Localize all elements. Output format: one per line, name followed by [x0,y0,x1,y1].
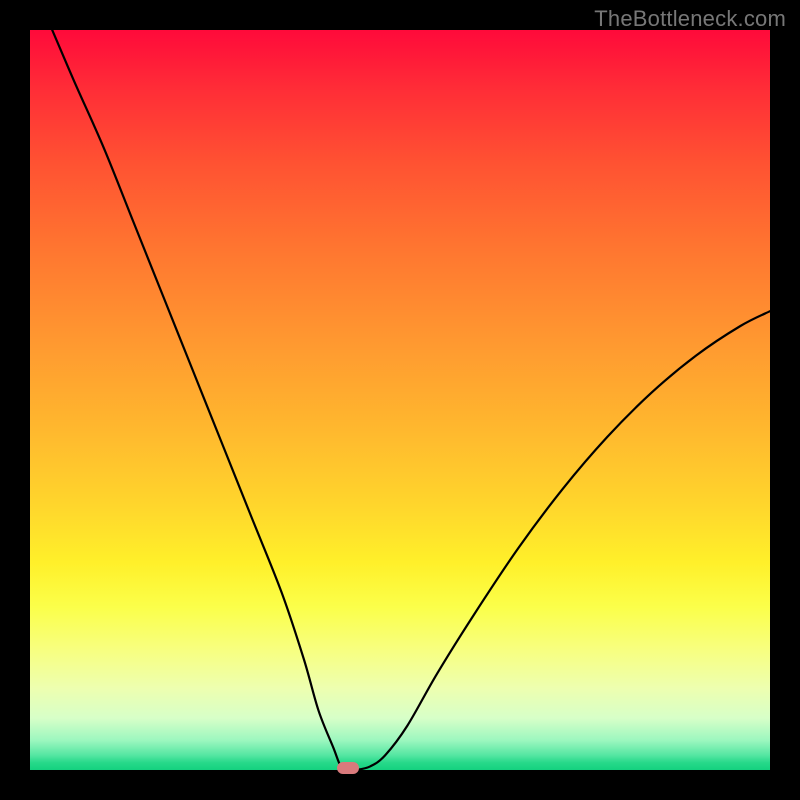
watermark-text: TheBottleneck.com [594,6,786,32]
chart-frame: TheBottleneck.com [0,0,800,800]
bottleneck-curve [30,30,770,770]
minimum-marker [337,762,359,774]
plot-area [30,30,770,770]
